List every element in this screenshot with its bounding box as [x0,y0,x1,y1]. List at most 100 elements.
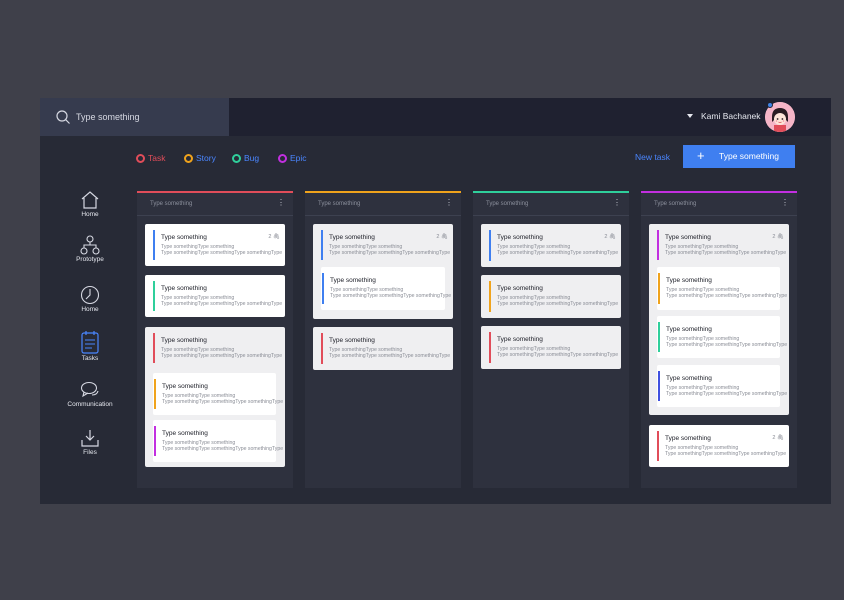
download-icon [81,430,99,447]
attachment-count: 2 [436,234,440,240]
task-card[interactable]: Type something Type somethingType someth… [649,425,789,467]
card-group: Type something Type somethingType someth… [481,326,621,369]
card-accent-bar [657,431,659,461]
plus-icon: + [697,148,705,163]
card-accent-bar [658,273,660,304]
card-description: Type somethingType somethingType somethi… [162,446,284,452]
task-card[interactable]: Type something Type somethingType someth… [481,275,621,318]
card-title: Type something [161,234,207,241]
task-card[interactable]: Type something Type somethingType someth… [153,373,283,415]
column-title: Type something [318,201,361,207]
user-name[interactable]: Kami Bachanek [701,111,761,121]
add-item-button-label: Type something [719,151,780,161]
sidebar-item-label: Home [81,211,99,218]
column-header: Type something ⋮ [137,193,293,216]
board-column-epic: Type something ⋮ Type something Type som… [641,191,797,488]
column-title: Type something [486,201,529,207]
task-ring-icon [136,154,145,163]
paperclip-icon: 🖇 [777,234,784,240]
card-description: Type somethingType somethingType somethi… [665,451,787,457]
task-card[interactable]: Type something Type somethingType someth… [649,224,789,266]
task-card[interactable]: Type something Type somethingType someth… [145,327,285,369]
user-menu-caret-icon[interactable] [687,114,693,118]
column-title: Type something [150,201,193,207]
card-description: Type somethingType somethingType somethi… [666,342,788,348]
board-column-story: Type something ⋮ Type something Type som… [305,191,461,488]
card-title: Type something [330,277,376,284]
column-menu-icon[interactable]: ⋮ [277,199,285,207]
task-card[interactable]: Type something Type somethingType someth… [313,224,453,266]
paperclip-icon: 🖇 [609,234,616,240]
card-description: Type somethingType somethingType somethi… [329,250,451,256]
sidebar-item-communication[interactable]: Communication [67,380,113,408]
card-accent-bar [153,281,155,311]
column-menu-icon[interactable]: ⋮ [613,199,621,207]
card-description: Type somethingType somethingType somethi… [666,293,788,299]
card-title: Type something [665,435,711,442]
card-group: Type something Type somethingType someth… [313,224,453,319]
legend-label: Bug [244,153,260,163]
search-input[interactable] [76,108,221,126]
paperclip-icon: 🖇 [273,234,280,240]
home-icon [81,191,99,209]
column-header: Type something ⋮ [473,193,629,216]
card-description: Type somethingType somethingType somethi… [497,250,619,256]
card-accent-bar [658,322,660,352]
search-icon [56,110,70,124]
card-description: Type somethingType somethingType somethi… [666,391,788,397]
chat-icon [80,381,99,398]
sidebar-item-prototype[interactable]: Prototype [70,235,110,263]
sidebar-item-label: Tasks [81,355,99,362]
legend-label: Story [196,153,216,163]
column-menu-icon[interactable]: ⋮ [781,199,789,207]
card-title: Type something [665,234,711,241]
card-title: Type something [161,337,207,344]
add-item-button[interactable]: + Type something [683,145,795,168]
task-card[interactable]: Type something Type somethingType someth… [145,275,285,317]
task-card[interactable]: Type something Type somethingType someth… [657,365,787,407]
card-description: Type somethingType somethingType somethi… [665,250,787,256]
task-card[interactable]: Type something Type somethingType someth… [321,267,451,310]
card-title: Type something [162,430,208,437]
sidebar-item-home[interactable]: Home [70,190,110,218]
new-task-link[interactable]: New task [635,152,670,162]
task-card[interactable]: Type something Type somethingType someth… [657,316,787,358]
bug-ring-icon [232,154,241,163]
card-accent-bar [489,332,491,363]
task-card[interactable]: Type something Type somethingType someth… [153,420,283,462]
card-title: Type something [497,234,543,241]
attachment-count: 2 [604,234,608,240]
app-window: Kami Bachanek Home [40,98,831,504]
clock-icon [80,285,100,305]
notification-dot [767,102,773,108]
task-card[interactable]: Type something Type somethingType someth… [145,224,285,266]
task-card[interactable]: Type something Type somethingType someth… [481,224,621,267]
attachment-count: 2 [268,234,272,240]
card-group: Type something Type somethingType someth… [481,224,621,267]
card-meta: 2 🖇 [268,234,280,240]
card-accent-bar [657,230,659,260]
card-description: Type somethingType somethingType somethi… [329,353,451,359]
card-description: Type somethingType somethingType somethi… [330,293,452,299]
epic-ring-icon [278,154,287,163]
column-header: Type something ⋮ [641,193,797,216]
card-accent-bar [154,426,156,456]
card-title: Type something [161,285,207,292]
task-card[interactable]: Type something Type somethingType someth… [481,326,621,369]
board-column-bug: Type something ⋮ Type something Type som… [473,191,629,488]
search-box[interactable] [40,98,229,136]
task-card[interactable]: Type something Type somethingType someth… [313,327,453,370]
card-title: Type something [666,277,712,284]
sidebar-item-home-2[interactable]: Home [70,285,110,313]
card-title: Type something [329,234,375,241]
card-accent-bar [321,230,323,260]
column-title: Type something [654,201,697,207]
column-menu-icon[interactable]: ⋮ [445,199,453,207]
story-ring-icon [184,154,193,163]
card-description: Type somethingType somethingType somethi… [161,250,283,256]
task-card[interactable]: Type something Type somethingType someth… [657,267,787,310]
card-accent-bar [489,230,491,261]
sidebar-item-tasks[interactable]: Tasks [70,330,110,362]
sidebar-item-files[interactable]: Files [70,428,110,456]
card-description: Type somethingType somethingType somethi… [497,352,619,358]
